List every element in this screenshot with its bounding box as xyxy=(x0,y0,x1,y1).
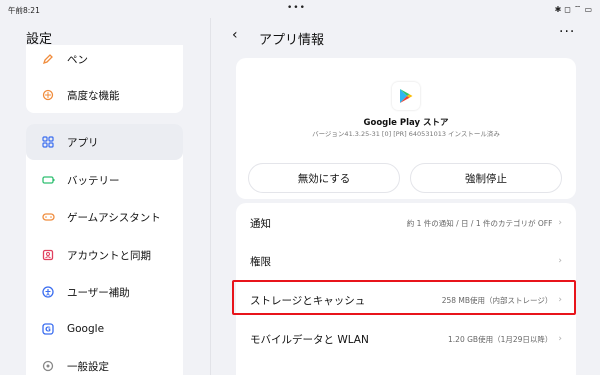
google-icon: G xyxy=(41,322,55,336)
accessibility-icon xyxy=(41,285,55,299)
force-stop-button[interactable]: 強制停止 xyxy=(410,163,562,193)
row-value-wrap: › xyxy=(552,256,562,266)
app-settings-list: 通知 約 1 件の通知 / 日 / 1 件のカテゴリが OFF › 権限 › ス… xyxy=(236,203,576,375)
row-value-wrap: 1.20 GB使用（1月29日以降） › xyxy=(448,334,562,345)
chevron-right-icon: › xyxy=(558,295,562,305)
more-options-icon[interactable]: ··· xyxy=(559,24,575,40)
google-play-logo xyxy=(392,82,420,110)
app-version: バージョン41.3.25-31 [0] [PR] 640531013 インストー… xyxy=(312,130,500,138)
row-label: モバイルデータと WLAN xyxy=(250,333,369,346)
settings-top-card: ペン 高度な機能 xyxy=(26,45,183,113)
back-icon[interactable]: ‹ xyxy=(232,27,238,43)
menu-item-google[interactable]: G Google xyxy=(26,311,183,347)
wifi-icon: ⌔ xyxy=(573,4,582,13)
menu-item-advanced-features[interactable]: 高度な機能 xyxy=(26,77,183,113)
menu-item-general-settings[interactable]: 一般設定 xyxy=(26,348,183,375)
row-permissions[interactable]: 権限 › xyxy=(236,242,576,280)
row-value-wrap: 約 1 件の通知 / 日 / 1 件のカテゴリが OFF › xyxy=(407,218,562,229)
row-label: 権限 xyxy=(250,255,271,268)
menu-item-account-sync[interactable]: アカウントと同期 xyxy=(26,237,183,273)
row-value-wrap: 258 MB使用（内部ストレージ） › xyxy=(442,295,562,306)
settings-menu-card: アプリ バッテリー ゲームアシスタント アカウントと同期 ユーザー補助 G Go… xyxy=(26,124,183,375)
menu-item-accessibility[interactable]: ユーザー補助 xyxy=(26,274,183,310)
apps-icon xyxy=(41,135,55,149)
account-sync-icon xyxy=(41,248,55,262)
google-play-icon xyxy=(400,89,413,103)
menu-item-label: ユーザー補助 xyxy=(67,286,130,299)
battery-icon xyxy=(41,173,55,187)
row-label: 通知 xyxy=(250,217,271,230)
menu-item-label: アカウントと同期 xyxy=(67,249,151,262)
status-bar: 午前8:21 ••• ✱ ◻ ⌔ ▭ xyxy=(0,0,600,18)
row-label: ストレージとキャッシュ xyxy=(250,294,366,307)
menu-item-label: ペン xyxy=(67,53,88,66)
pane-divider xyxy=(210,18,211,375)
menu-item-game-assistant[interactable]: ゲームアシスタント xyxy=(26,199,183,235)
vibrate-icon: ◻ xyxy=(564,4,571,14)
row-value: 1.20 GB使用（1月29日以降） xyxy=(448,334,553,344)
app-info-card: Google Play ストア バージョン41.3.25-31 [0] [PR]… xyxy=(236,58,576,199)
game-icon xyxy=(41,210,55,224)
menu-item-label: Google xyxy=(67,323,105,335)
menu-item-label: ゲームアシスタント xyxy=(67,211,161,224)
page-title: アプリ情報 xyxy=(259,33,325,48)
menu-item-label: バッテリー xyxy=(67,174,120,187)
row-value: 約 1 件の通知 / 日 / 1 件のカテゴリが OFF xyxy=(406,218,553,228)
svg-text:G: G xyxy=(45,326,51,334)
chevron-right-icon: › xyxy=(558,256,562,266)
chevron-right-icon: › xyxy=(558,334,562,344)
battery-status-icon: ▭ xyxy=(584,4,592,14)
menu-item-apps[interactable]: アプリ xyxy=(26,124,183,160)
row-mobile-data-wlan[interactable]: モバイルデータと WLAN 1.20 GB使用（1月29日以降） › xyxy=(236,320,576,358)
row-notifications[interactable]: 通知 約 1 件の通知 / 日 / 1 件のカテゴリが OFF › xyxy=(236,204,576,242)
bluetooth-icon: ✱ xyxy=(554,4,562,14)
disable-button[interactable]: 無効にする xyxy=(248,163,400,193)
menu-item-label: 高度な機能 xyxy=(67,89,120,102)
app-name: Google Play ストア xyxy=(363,118,449,128)
menu-item-label: 一般設定 xyxy=(67,360,109,373)
chevron-right-icon: › xyxy=(558,218,562,228)
row-value: 258 MB使用（内部ストレージ） xyxy=(441,295,553,305)
menu-item-pen[interactable]: ペン xyxy=(26,41,183,77)
pen-icon xyxy=(41,52,55,66)
menu-item-label: アプリ xyxy=(67,136,99,149)
status-time: 午前8:21 xyxy=(8,6,40,15)
status-icons: ✱ ◻ ⌔ ▭ xyxy=(555,4,592,14)
advanced-features-icon xyxy=(41,88,55,102)
menu-item-battery[interactable]: バッテリー xyxy=(26,162,183,198)
row-storage-cache[interactable]: ストレージとキャッシュ 258 MB使用（内部ストレージ） › xyxy=(236,281,576,319)
status-dots: ••• xyxy=(287,3,306,13)
general-settings-icon xyxy=(41,359,55,373)
